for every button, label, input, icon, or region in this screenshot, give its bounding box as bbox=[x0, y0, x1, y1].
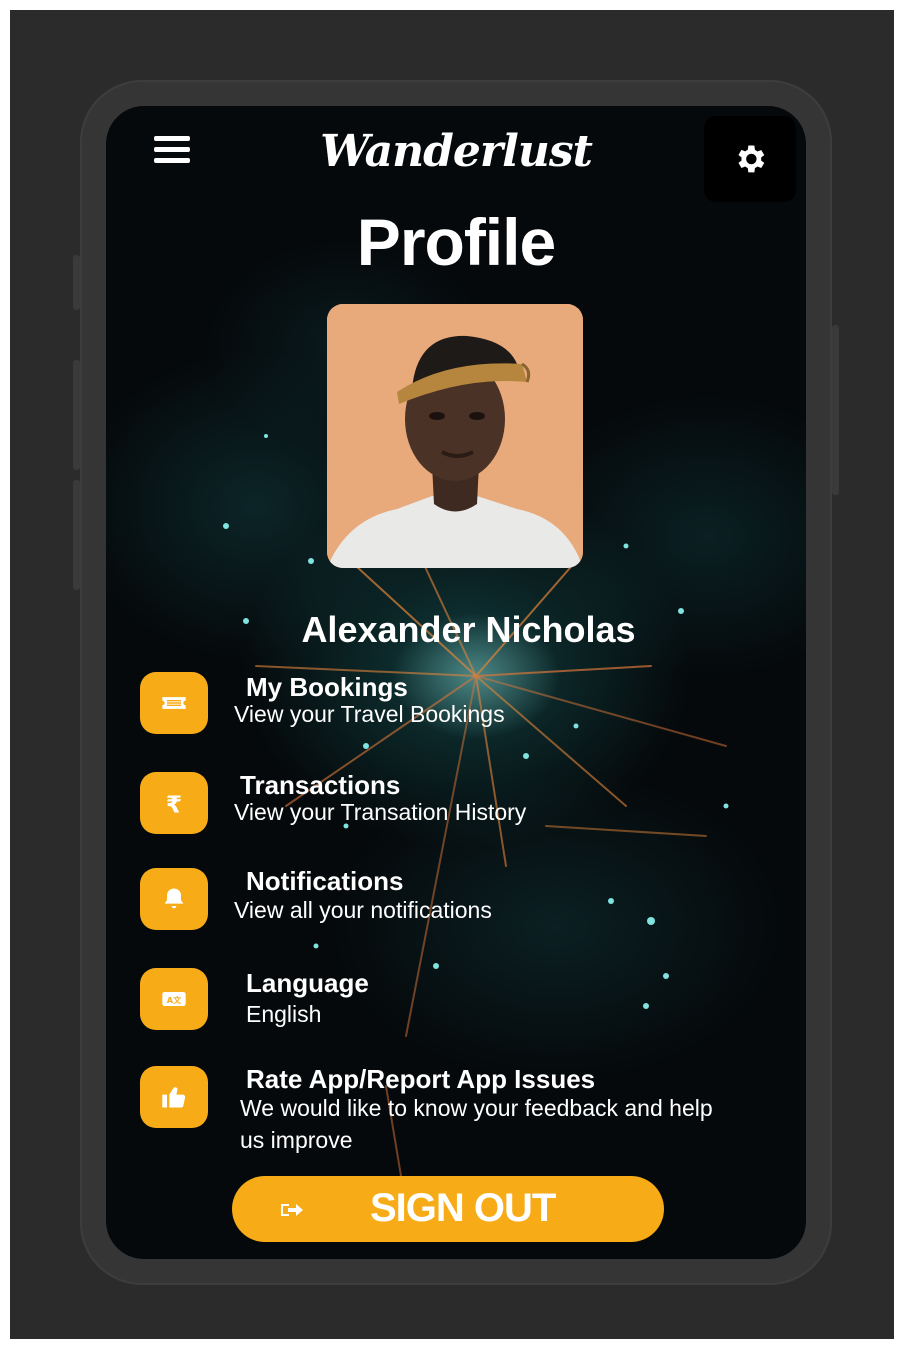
profile-photo bbox=[327, 304, 583, 568]
rupee-icon: ₹ bbox=[140, 772, 208, 834]
menu-item-my-bookings[interactable]: My Bookings View your Travel Bookings bbox=[140, 672, 760, 742]
menu-item-title: Language bbox=[246, 968, 369, 998]
menu-item-subtitle: We would like to know your feedback and … bbox=[240, 1095, 713, 1153]
sign-out-icon bbox=[281, 1204, 303, 1216]
bell-icon bbox=[140, 868, 208, 930]
page-title: Profile bbox=[356, 205, 556, 279]
avatar bbox=[327, 304, 583, 568]
settings-button[interactable] bbox=[704, 116, 796, 202]
menu-item-subtitle: View your Travel Bookings bbox=[234, 701, 505, 727]
phone-frame: Wanderlust Profile Alexander Nicholas My… bbox=[73, 80, 839, 1285]
language-icon: A文 bbox=[140, 968, 208, 1030]
phone-side-button bbox=[832, 325, 839, 495]
sign-out-button[interactable]: SIGN OUT bbox=[232, 1176, 664, 1242]
phone-side-button bbox=[73, 255, 80, 310]
svg-text:A文: A文 bbox=[167, 995, 182, 1005]
svg-text:₹: ₹ bbox=[166, 790, 182, 817]
menu-item-subtitle: English bbox=[246, 1001, 322, 1027]
menu-item-notifications[interactable]: Notifications View all your notification… bbox=[140, 866, 760, 938]
sign-out-label: SIGN OUT bbox=[370, 1186, 556, 1230]
user-name: Alexander Nicholas bbox=[301, 609, 636, 650]
page-background: Wanderlust Profile Alexander Nicholas My… bbox=[10, 10, 894, 1339]
phone-side-button bbox=[73, 480, 80, 590]
menu-item-subtitle: View your Transation History bbox=[234, 799, 527, 825]
gear-icon bbox=[738, 145, 765, 173]
menu-item-transactions[interactable]: ₹ Transactions View your Transation Hist… bbox=[140, 770, 760, 842]
thumbs-up-icon bbox=[140, 1066, 208, 1128]
menu-item-subtitle: View all your notifications bbox=[234, 897, 492, 923]
menu-item-title: Rate App/Report App Issues bbox=[246, 1064, 596, 1094]
ticket-icon bbox=[140, 672, 208, 734]
phone-side-button bbox=[73, 360, 80, 470]
app-screen: Wanderlust Profile Alexander Nicholas My… bbox=[106, 106, 806, 1259]
menu-item-rate-app[interactable]: Rate App/Report App Issues We would like… bbox=[140, 1064, 760, 1166]
menu-item-title: Notifications bbox=[246, 866, 404, 896]
app-brand: Wanderlust bbox=[320, 126, 593, 177]
menu-item-language[interactable]: A文 Language English bbox=[140, 968, 760, 1038]
